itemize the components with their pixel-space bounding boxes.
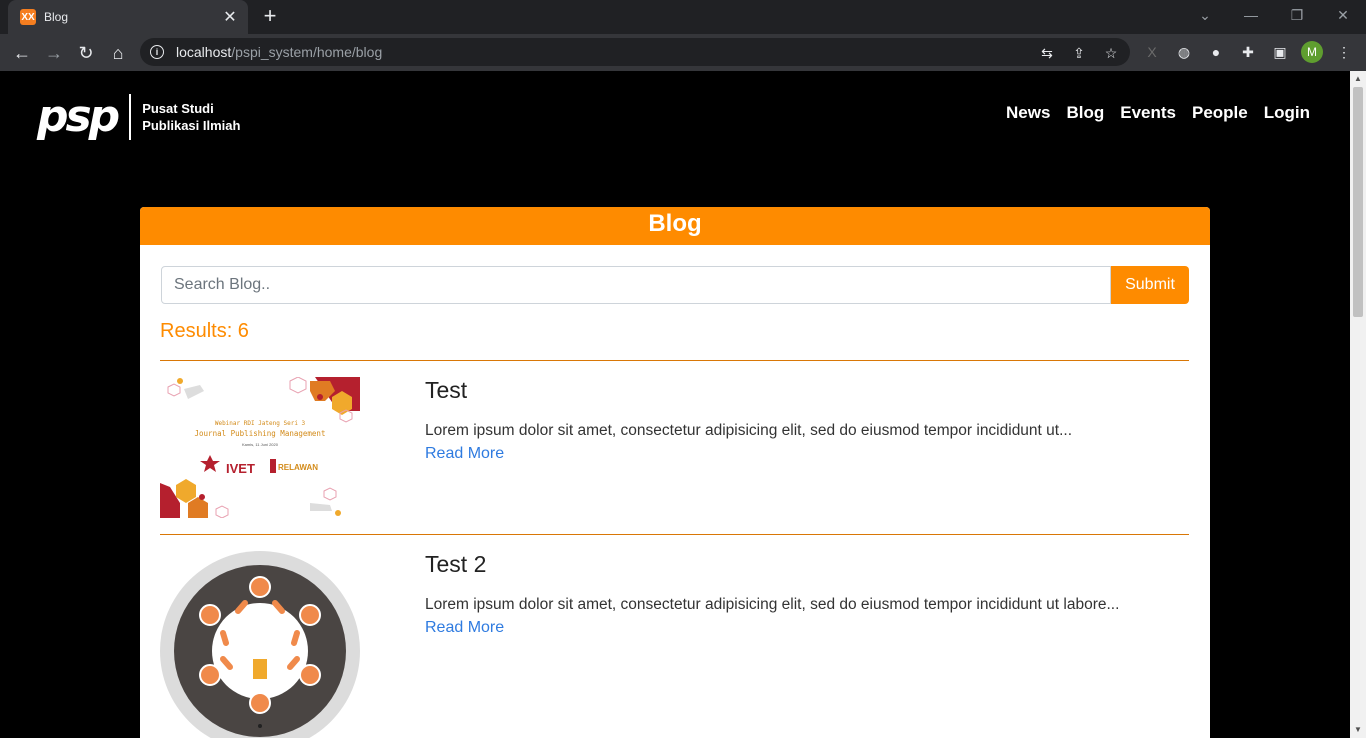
close-window-button[interactable]: ✕ <box>1320 0 1366 30</box>
post-excerpt: Lorem ipsum dolor sit amet, consectetur … <box>425 422 1073 439</box>
new-tab-button[interactable]: + <box>258 4 282 28</box>
tab-search-icon[interactable]: ⌄ <box>1182 0 1228 30</box>
post-title[interactable]: Test 2 <box>425 551 486 578</box>
divider <box>160 534 1189 535</box>
scroll-down-icon[interactable]: ▼ <box>1354 726 1362 734</box>
translate-icon[interactable]: ⇆ <box>1036 42 1058 64</box>
tab-title: Blog <box>44 10 69 24</box>
forward-icon[interactable]: → <box>41 40 67 66</box>
menu-kebab-icon[interactable]: ⋮ <box>1333 41 1355 63</box>
logo-line-1: Pusat Studi <box>142 100 214 116</box>
thumb-brand-ivet: IVET <box>226 461 255 476</box>
thumb-title-text: Webinar RDI Jateng Seri 3 <box>215 420 306 427</box>
extensions-puzzle-icon[interactable]: ✚ <box>1237 41 1259 63</box>
url-text[interactable]: localhost/pspi_system/home/blog <box>176 44 382 60</box>
extension-globe-icon[interactable]: ◍ <box>1173 41 1195 63</box>
submit-button[interactable]: Submit <box>1111 266 1189 304</box>
post-thumbnail-meeting-table[interactable] <box>160 551 361 738</box>
reload-icon[interactable]: ↻ <box>73 40 99 66</box>
blog-card: Blog Submit Results: 6 Webinar RDI Jaten… <box>140 207 1210 738</box>
nav-people[interactable]: People <box>1192 103 1248 123</box>
close-tab-icon[interactable]: ✕ <box>222 7 238 27</box>
thumb-brand-relawan: RELAWAN <box>278 463 318 472</box>
nav-blog[interactable]: Blog <box>1066 103 1104 123</box>
post-excerpt: Lorem ipsum dolor sit amet, consectetur … <box>425 596 1120 613</box>
search-input[interactable] <box>161 266 1111 304</box>
extension-circle-icon[interactable]: ● <box>1205 41 1227 63</box>
page-viewport: psp Pusat Studi Publikasi Ilmiah News Bl… <box>0 71 1350 738</box>
scroll-up-icon[interactable]: ▲ <box>1354 75 1362 83</box>
post-title[interactable]: Test <box>425 377 467 404</box>
read-more-link[interactable]: Read More <box>425 619 504 637</box>
main-nav: News Blog Events People Login <box>1006 103 1310 123</box>
divider <box>160 360 1189 361</box>
site-info-icon[interactable]: i <box>150 45 164 59</box>
favicon-icon: XX <box>20 9 36 25</box>
nav-events[interactable]: Events <box>1120 103 1176 123</box>
bookmark-star-icon[interactable]: ☆ <box>1100 42 1122 64</box>
browser-toolbar: ← → ↻ ⌂ i localhost/pspi_system/home/blo… <box>0 34 1366 71</box>
extension-x-icon[interactable]: X <box>1141 41 1163 63</box>
restore-button[interactable]: ❐ <box>1274 0 1320 30</box>
logo-divider <box>129 93 132 140</box>
thumb-date-text: Kamis, 11 Juni 2020 <box>242 442 279 447</box>
back-icon[interactable]: ← <box>9 40 35 66</box>
browser-tab-strip: XX Blog ✕ + ⌄ — ❐ ✕ <box>0 0 1366 34</box>
browser-tab[interactable]: XX Blog ✕ <box>8 0 248 34</box>
side-panel-icon[interactable]: ▣ <box>1269 41 1291 63</box>
post-thumbnail-webinar[interactable]: Webinar RDI Jateng Seri 3 Journal Publis… <box>160 377 361 518</box>
minimize-button[interactable]: — <box>1228 0 1274 30</box>
nav-news[interactable]: News <box>1006 103 1050 123</box>
profile-avatar[interactable]: M <box>1301 41 1323 63</box>
logo-line-2: Publikasi Ilmiah <box>142 117 241 133</box>
home-icon[interactable]: ⌂ <box>105 40 131 66</box>
share-icon[interactable]: ⇪ <box>1068 42 1090 64</box>
logo-mark: psp <box>37 91 120 142</box>
blog-heading: Blog <box>140 207 1210 245</box>
logo-text: Pusat Studi Publikasi Ilmiah <box>142 100 240 134</box>
site-logo[interactable]: psp Pusat Studi Publikasi Ilmiah <box>37 91 240 142</box>
address-bar[interactable]: i localhost/pspi_system/home/blog ⇆ ⇪ ☆ <box>140 38 1130 66</box>
results-count: Results: 6 <box>160 320 249 342</box>
scrollbar-thumb[interactable] <box>1353 87 1363 317</box>
nav-login[interactable]: Login <box>1264 103 1310 123</box>
thumb-subtitle-text: Journal Publishing Management <box>195 429 326 438</box>
page-scrollbar[interactable]: ▲ ▼ <box>1350 71 1366 738</box>
read-more-link[interactable]: Read More <box>425 445 504 463</box>
